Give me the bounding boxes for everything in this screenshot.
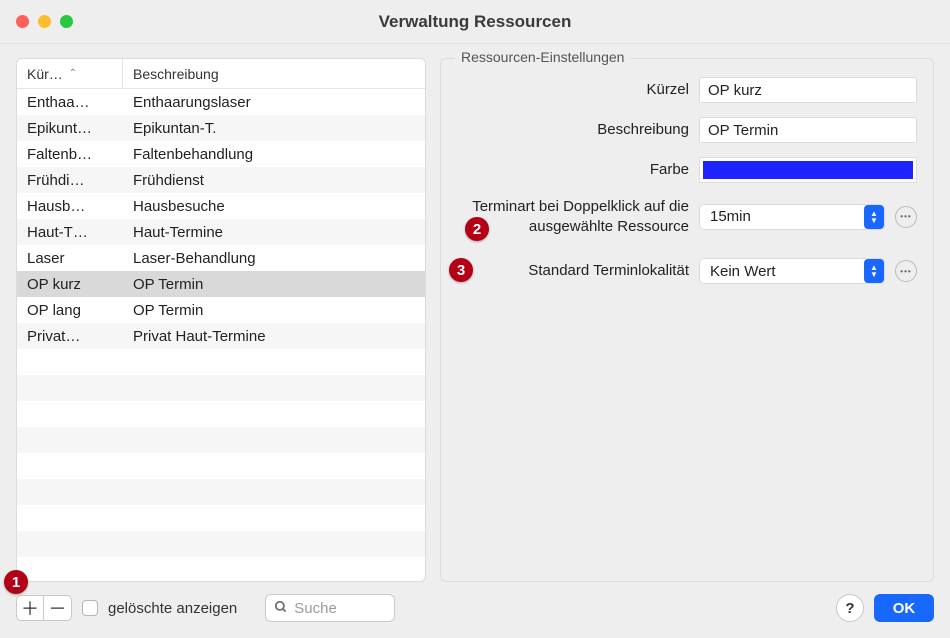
cell-kuerzel: OP lang — [17, 302, 123, 319]
column-header-kuerzel-label: Kür… — [27, 66, 63, 82]
terminart-value: 15min — [710, 208, 751, 225]
cell-beschreibung: OP Termin — [123, 276, 425, 293]
farbe-swatch — [703, 161, 913, 179]
content-area: Kür… ⌃ Beschreibung Enthaa…Enthaarungsla… — [0, 44, 950, 588]
farbe-picker[interactable] — [699, 157, 917, 183]
select-arrows-icon: ▲▼ — [864, 259, 884, 283]
table-body[interactable]: Enthaa…EnthaarungslaserEpikunt…Epikuntan… — [17, 89, 425, 581]
row-lokal: Standard Terminlokalität Kein Wert ▲▼ ••… — [457, 258, 917, 284]
cell-kuerzel: Epikunt… — [17, 120, 123, 137]
cell-kuerzel: Frühdi… — [17, 172, 123, 189]
callout-3: 3 — [449, 258, 473, 282]
right-column: Ressourcen-Einstellungen Kürzel Beschrei… — [440, 58, 934, 582]
row-kuerzel: Kürzel — [457, 77, 917, 103]
titlebar: Verwaltung Ressourcen — [0, 0, 950, 44]
column-header-beschreibung[interactable]: Beschreibung — [123, 59, 425, 88]
ok-button[interactable]: OK — [874, 594, 934, 622]
cell-kuerzel: Hausb… — [17, 198, 123, 215]
kuerzel-input[interactable] — [699, 77, 917, 103]
select-arrows-icon: ▲▼ — [864, 205, 884, 229]
kuerzel-label: Kürzel — [457, 81, 689, 100]
terminart-more-button[interactable]: ••• — [895, 206, 917, 228]
cell-kuerzel: Privat… — [17, 328, 123, 345]
table-row[interactable]: LaserLaser-Behandlung — [17, 245, 425, 271]
table-row-empty — [17, 427, 425, 453]
resource-table: Kür… ⌃ Beschreibung Enthaa…Enthaarungsla… — [16, 58, 426, 582]
cell-beschreibung: OP Termin — [123, 302, 425, 319]
callout-2: 2 — [465, 217, 489, 241]
table-row[interactable]: Frühdi…Frühdienst — [17, 167, 425, 193]
settings-panel: Ressourcen-Einstellungen Kürzel Beschrei… — [440, 58, 934, 582]
table-row[interactable]: Hausb…Hausbesuche — [17, 193, 425, 219]
table-row[interactable]: OP kurzOP Termin — [17, 271, 425, 297]
cell-beschreibung: Epikuntan-T. — [123, 120, 425, 137]
row-beschreibung: Beschreibung — [457, 117, 917, 143]
table-row[interactable]: Haut-T…Haut-Termine — [17, 219, 425, 245]
callout-1: 1 — [4, 570, 28, 594]
add-button[interactable]: ＋ — [16, 595, 44, 621]
terminart-select[interactable]: 15min ▲▼ — [699, 204, 885, 230]
beschreibung-label: Beschreibung — [457, 121, 689, 140]
cell-kuerzel: Faltenb… — [17, 146, 123, 163]
cell-beschreibung: Haut-Termine — [123, 224, 425, 241]
footer-bar: ＋ － gelöschte anzeigen Suche ? OK — [0, 588, 950, 638]
row-terminart: Terminart bei Doppelklick auf die ausgew… — [457, 197, 917, 236]
window: Verwaltung Ressourcen Kür… ⌃ Beschreibun… — [0, 0, 950, 638]
beschreibung-input[interactable] — [699, 117, 917, 143]
cell-kuerzel: Haut-T… — [17, 224, 123, 241]
cell-beschreibung: Frühdienst — [123, 172, 425, 189]
cell-kuerzel: OP kurz — [17, 276, 123, 293]
column-header-kuerzel[interactable]: Kür… ⌃ — [17, 59, 123, 88]
sort-ascending-icon: ⌃ — [69, 68, 77, 79]
terminart-label: Terminart bei Doppelklick auf die ausgew… — [457, 197, 689, 236]
search-placeholder: Suche — [294, 600, 337, 617]
table-row[interactable]: Faltenb…Faltenbehandlung — [17, 141, 425, 167]
cell-beschreibung: Laser-Behandlung — [123, 250, 425, 267]
show-deleted-label: gelöschte anzeigen — [108, 600, 237, 617]
column-header-beschreibung-label: Beschreibung — [133, 66, 219, 82]
table-row[interactable]: Enthaa…Enthaarungslaser — [17, 89, 425, 115]
table-row-empty — [17, 479, 425, 505]
table-row-empty — [17, 375, 425, 401]
add-remove-group: ＋ － — [16, 595, 72, 621]
cell-kuerzel: Laser — [17, 250, 123, 267]
help-button[interactable]: ? — [836, 594, 864, 622]
table-row[interactable]: Privat…Privat Haut-Termine — [17, 323, 425, 349]
settings-legend: Ressourcen-Einstellungen — [455, 49, 630, 65]
table-row-empty — [17, 349, 425, 375]
farbe-label: Farbe — [457, 161, 689, 180]
search-icon — [274, 600, 288, 617]
table-row-empty — [17, 505, 425, 531]
lokal-value: Kein Wert — [710, 263, 776, 280]
table-row[interactable]: OP langOP Termin — [17, 297, 425, 323]
window-title: Verwaltung Ressourcen — [0, 12, 950, 32]
cell-beschreibung: Enthaarungslaser — [123, 94, 425, 111]
cell-beschreibung: Faltenbehandlung — [123, 146, 425, 163]
lokal-label: Standard Terminlokalität — [457, 262, 689, 281]
cell-beschreibung: Hausbesuche — [123, 198, 425, 215]
table-row-empty — [17, 453, 425, 479]
search-field[interactable]: Suche — [265, 594, 395, 622]
table-row-empty — [17, 531, 425, 557]
remove-button[interactable]: － — [44, 595, 72, 621]
lokal-select[interactable]: Kein Wert ▲▼ — [699, 258, 885, 284]
lokal-more-button[interactable]: ••• — [895, 260, 917, 282]
row-farbe: Farbe — [457, 157, 917, 183]
table-row[interactable]: Epikunt…Epikuntan-T. — [17, 115, 425, 141]
table-row-empty — [17, 401, 425, 427]
table-header: Kür… ⌃ Beschreibung — [17, 59, 425, 89]
cell-kuerzel: Enthaa… — [17, 94, 123, 111]
cell-beschreibung: Privat Haut-Termine — [123, 328, 425, 345]
left-column: Kür… ⌃ Beschreibung Enthaa…Enthaarungsla… — [16, 58, 426, 582]
show-deleted-checkbox[interactable] — [82, 600, 98, 616]
